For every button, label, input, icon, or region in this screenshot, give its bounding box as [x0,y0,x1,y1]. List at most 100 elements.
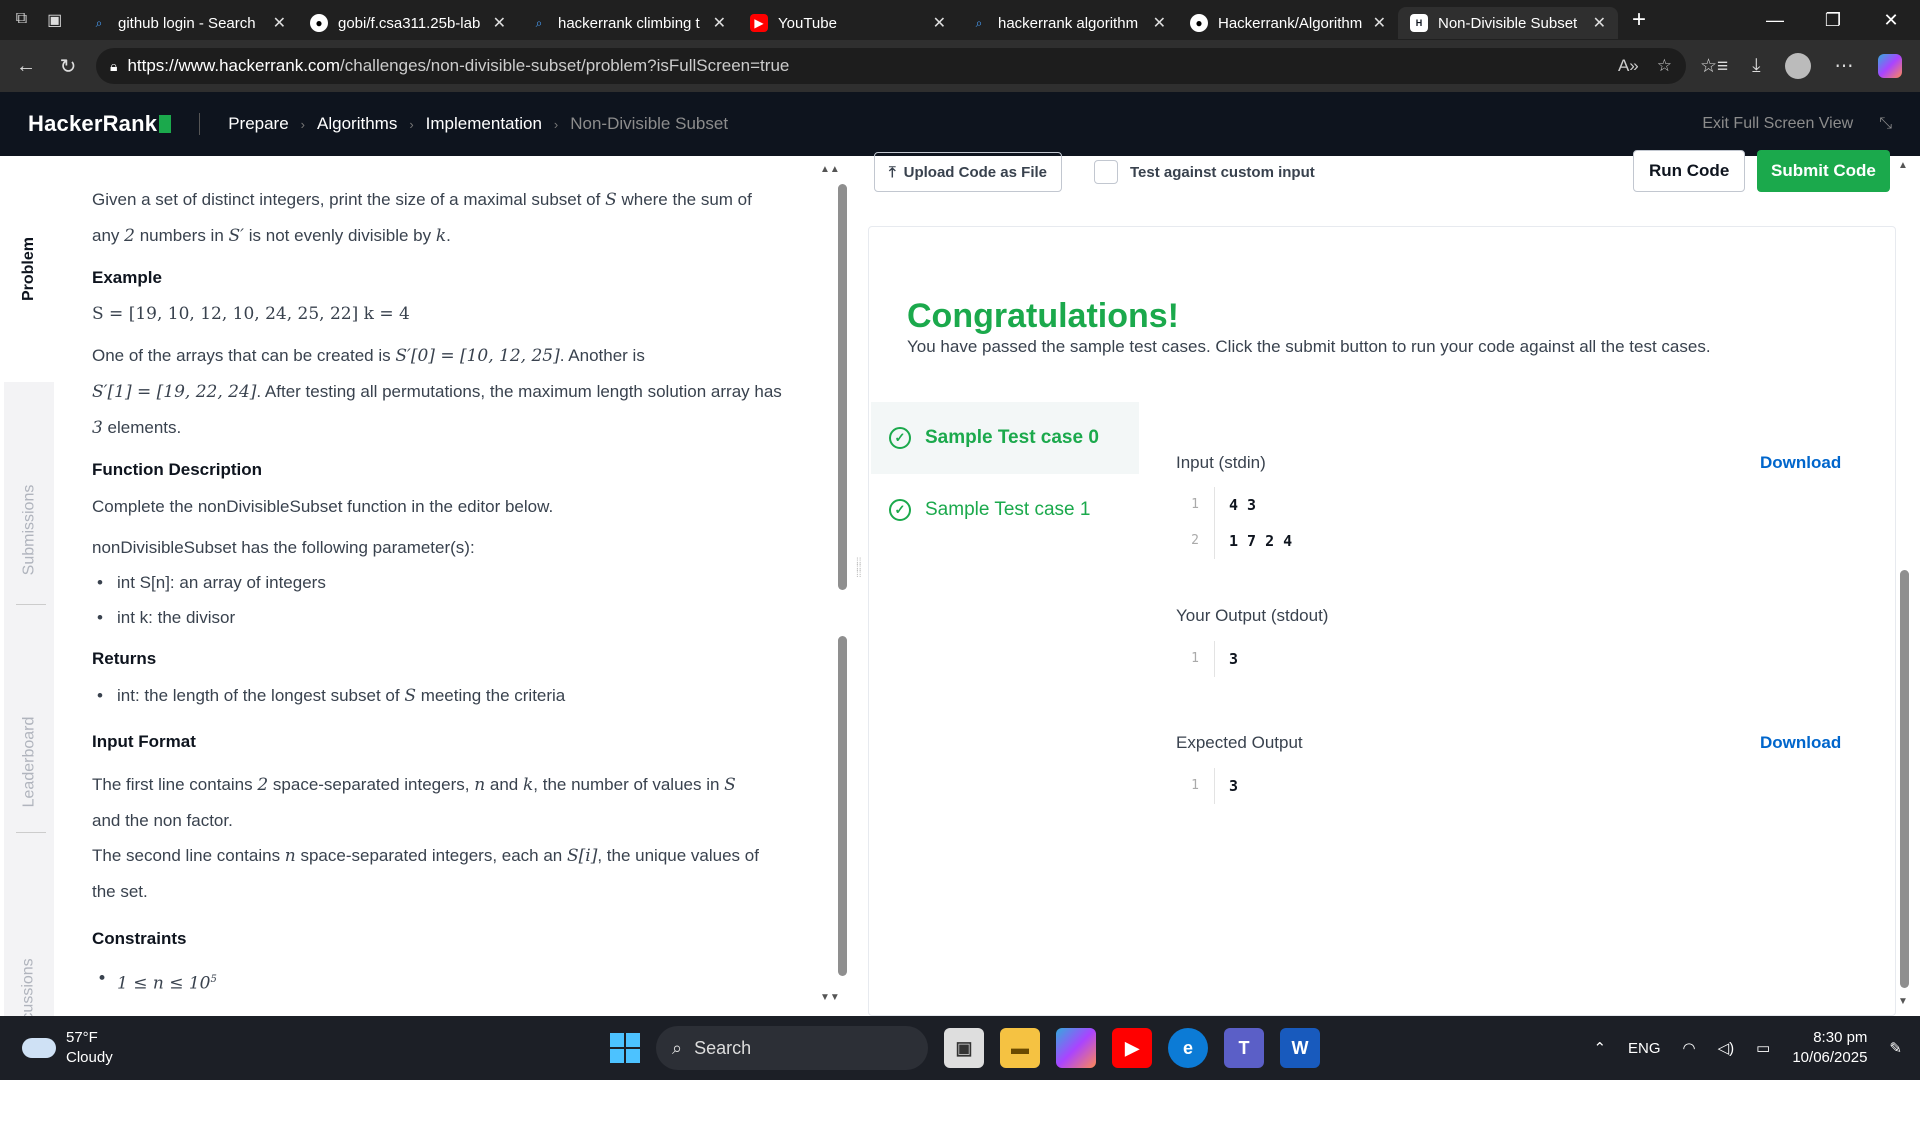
volume-icon[interactable]: ◁) [1718,1039,1735,1057]
upload-label: Upload Code as File [903,163,1047,181]
download-expected-link[interactable]: Download [1760,733,1841,753]
scroll-thumb[interactable] [838,184,847,590]
list-item: int: the length of the longest subset of… [92,678,782,714]
close-icon[interactable]: ✕ [1373,13,1386,33]
battery-icon[interactable]: ▭ [1756,1039,1770,1057]
refresh-icon[interactable]: ↻ [54,54,82,79]
weather-widget[interactable]: 57°F Cloudy [22,1028,113,1068]
browser-tab-strip: ⧉ ▣ ⌕ github login - Search ✕ ● gobi/f.csa31… [0,0,1920,40]
browser-tab[interactable]: ⌕ hackerrank algorithm ✕ [958,7,1178,39]
browser-tab[interactable]: ⌕ hackerrank climbing t ✕ [518,7,738,39]
test-case-tab-1[interactable]: ✓ Sample Test case 1 [871,474,1139,546]
browser-tab[interactable]: ● gobi/f.csa311.25b-lab ✕ [298,7,518,39]
breadcrumb-prepare[interactable]: Prepare [228,114,288,134]
scroll-down-icon[interactable]: ▼ [1898,996,1908,1007]
copilot-app-icon[interactable] [1056,1028,1096,1068]
scroll-down-icon[interactable]: ▼▼ [820,992,840,1003]
text: space-separated integers, [268,775,475,794]
scroll-thumb[interactable] [1900,570,1909,988]
collapse-icon: ⤡ [1879,115,1892,132]
problem-scrollbar[interactable]: ▲▲ ▼▼ [820,164,848,1008]
test-case-tab-0[interactable]: ✓ Sample Test case 0 [871,402,1139,474]
results-scrollbar[interactable]: ▲ ▼ [1898,160,1910,1010]
browser-tab[interactable]: ⌕ github login - Search ✕ [78,7,298,39]
upload-icon: ⤒ [889,163,896,181]
breadcrumb-implementation[interactable]: Implementation [426,114,542,134]
expected-output-box: 13 [1176,768,1836,804]
code-line: 1 4 3 [1176,487,1836,523]
wifi-icon[interactable]: ◠ [1683,1039,1696,1057]
submit-code-button[interactable]: Submit Code [1757,150,1890,192]
exit-fullscreen-link[interactable]: Exit Full Screen View ⤡ [1702,115,1920,133]
hackerrank-icon: H [1410,14,1428,32]
word-icon[interactable]: W [1280,1028,1320,1068]
favorite-star-icon[interactable]: ☆ [1657,56,1672,76]
notification-icon[interactable]: ✎ [1889,1039,1902,1057]
more-icon[interactable]: ⋯ [1835,55,1854,78]
parameters-intro: nonDivisibleSubset has the following par… [92,538,475,557]
browser-tab[interactable]: ● Hackerrank/Algorithm ✕ [1178,7,1398,39]
browser-tab-active[interactable]: H Non-Divisible Subset ✕ [1398,7,1618,39]
scroll-up-icon[interactable]: ▲▲ [820,164,840,175]
url-field[interactable]: 🔒︎ https://www.hackerrank.com/challenges… [96,48,1686,84]
custom-input-checkbox[interactable]: Test against custom input [1094,160,1315,184]
list-item: int k: the divisor [92,600,782,635]
hackerrank-logo[interactable]: HackerRank [28,111,172,137]
tab-discussions[interactable]: Discussions [4,856,54,1146]
intro-paragraph: Given a set of distinct integers, print … [92,190,752,246]
test-case-label: Sample Test case 0 [925,427,1099,448]
close-icon[interactable]: ✕ [1593,13,1606,33]
teams-icon[interactable]: T [1224,1028,1264,1068]
windows-start-icon[interactable] [610,1033,640,1063]
tab-problem[interactable]: Problem [4,156,54,382]
text: the set. [92,882,148,901]
congratulations-title: Congratulations! [907,297,1179,335]
workspaces-icon[interactable]: ⧉ [16,10,27,30]
run-code-button[interactable]: Run Code [1633,150,1746,192]
read-aloud-icon[interactable]: A» [1618,56,1639,76]
language-indicator[interactable]: ENG [1628,1040,1661,1057]
close-icon[interactable]: ✕ [933,13,946,33]
check-circle-icon: ✓ [889,499,911,521]
profile-icon[interactable] [1784,53,1811,79]
close-icon[interactable]: ✕ [1153,13,1166,33]
youtube-app-icon[interactable]: ▶ [1112,1028,1152,1068]
close-window-icon[interactable]: ✕ [1862,10,1920,31]
line-number: 1 [1176,487,1215,523]
output-box: 13 [1176,641,1836,677]
close-icon[interactable]: ✕ [713,13,726,33]
download-input-link[interactable]: Download [1760,453,1841,473]
close-icon[interactable]: ✕ [273,13,286,33]
text: and the non factor. [92,811,233,830]
system-tray: ⌃ ENG ◠ ◁) ▭ 8:30 pm 10/06/2025 ✎ [1593,1028,1902,1068]
search-icon: ⌕ [975,15,983,30]
checkbox-box[interactable] [1094,160,1118,184]
upload-code-button[interactable]: ⤒ Upload Code as File [874,152,1062,192]
back-icon[interactable]: ← [12,55,40,78]
new-tab-icon[interactable]: + [1632,6,1646,34]
text: is not evenly divisible by [244,226,436,245]
scroll-up-icon[interactable]: ▲ [1898,160,1908,171]
file-explorer-icon[interactable]: ▬ [1000,1028,1040,1068]
divider [16,832,46,833]
taskbar-search[interactable]: ⌕ Search [656,1026,928,1070]
browser-tab[interactable]: ▶ YouTube ✕ [738,7,958,39]
restore-icon[interactable]: ❐ [1804,10,1862,31]
breadcrumb-algorithms[interactable]: Algorithms [317,114,397,134]
code-line: 13 [1176,641,1836,677]
text: One of the arrays that can be created is [92,346,396,365]
returns-list: int: the length of the longest subset of… [92,678,782,714]
copilot-icon[interactable] [1877,54,1902,78]
chevron-up-icon[interactable]: ⌃ [1593,1039,1606,1057]
line-text: 3 [1229,650,1239,668]
minimize-icon[interactable]: — [1746,10,1804,31]
panel-resize-handle[interactable]: ⁞⁞ ⁞⁞ ⁞⁞ [856,558,866,600]
tab-actions-icon[interactable]: ▣ [47,10,62,30]
favorites-icon[interactable]: ☆≡ [1700,55,1728,78]
edge-browser-icon[interactable]: e [1168,1028,1208,1068]
close-icon[interactable]: ✕ [493,13,506,33]
downloads-icon[interactable]: ⤓ [1752,55,1760,77]
task-view-icon[interactable]: ▣ [944,1028,984,1068]
scroll-thumb[interactable] [838,636,847,976]
clock[interactable]: 8:30 pm 10/06/2025 [1792,1028,1867,1068]
